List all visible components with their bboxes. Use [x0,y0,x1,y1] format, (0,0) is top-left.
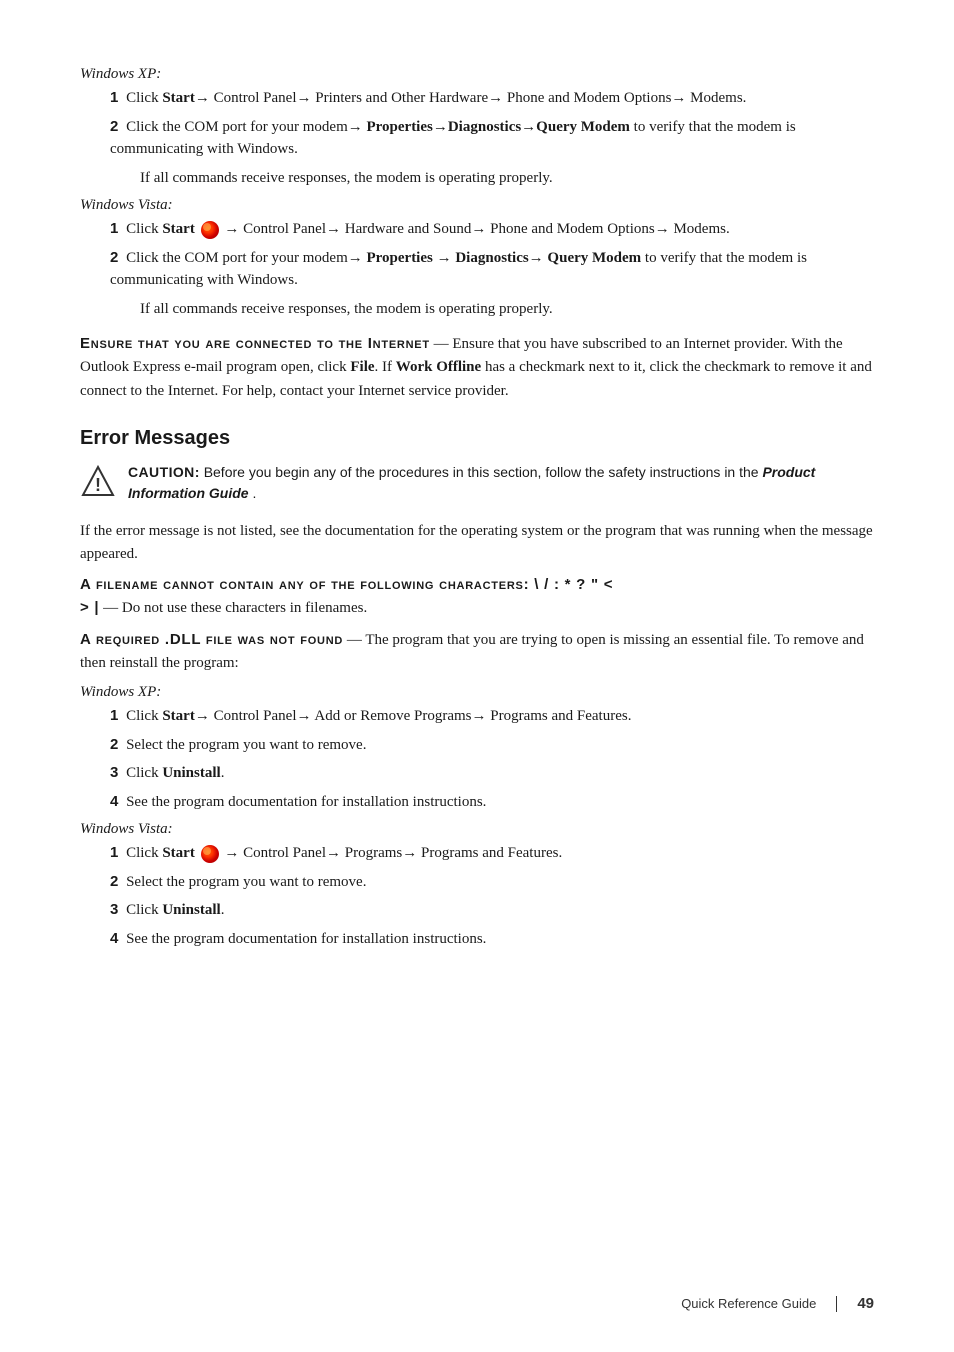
filename-heading: A filename cannot contain any of the fol… [80,576,613,593]
vista2-step-number-2: 2 [110,873,118,890]
vista2-step-3: 3 Click Uninstall. [110,899,874,922]
vista2-step3-text: Click Uninstall. [126,902,224,918]
vista2-step-4: 4 See the program documentation for inst… [110,928,874,951]
work-offline-bold: Work Offline [396,359,481,375]
start-bold: Start [162,90,195,106]
xp2-uninstall-bold: Uninstall [162,765,220,781]
caution-triangle-icon: ! [80,464,116,500]
xp-step2-text: Click the COM port for your modem→ Prope… [110,119,796,158]
xp2-step-2: 2 Select the program you want to remove. [110,734,874,757]
dll-em-dash: — [347,632,365,648]
xp2-step-1: 1 Click Start→ Control Panel→ Add or Rem… [110,705,874,728]
vista-step1-text: Click Start → Control Panel→ Hardware an… [126,221,730,237]
step-number-1: 1 [110,89,118,106]
windows-xp-label-2: Windows XP: [80,684,874,701]
ensure-em-dash: — [434,336,453,352]
vista2-step2-text: Select the program you want to remove. [126,874,366,890]
xp2-step-number-4: 4 [110,793,118,810]
windows-vista-label-1: Windows Vista: [80,197,874,214]
vista-step-number-2: 2 [110,249,118,266]
filename-body-text: Do not use these characters in filenames… [122,600,367,616]
vista2-step-number-1: 1 [110,844,118,861]
xp-steps-list-2: 1 Click Start→ Control Panel→ Add or Rem… [110,705,874,813]
vista2-step-number-3: 3 [110,901,118,918]
filename-heading-block: A filename cannot contain any of the fol… [80,574,874,619]
windows-xp-section-2: Windows XP: 1 Click Start→ Control Panel… [80,684,874,813]
vista2-step1-text: Click Start → Control Panel→ Programs→ P… [126,845,562,861]
vista-step-2: 2 Click the COM port for your modem→ Pro… [110,247,874,292]
windows-vista-label-2: Windows Vista: [80,821,874,838]
windows-vista-icon-1 [201,221,219,239]
page-footer: Quick Reference Guide 49 [681,1295,874,1312]
vista-step-1: 1 Click Start → Control Panel→ Hardware … [110,218,874,241]
xp2-step-number-1: 1 [110,707,118,724]
xp2-step2-text: Select the program you want to remove. [126,737,366,753]
error-messages-heading: Error Messages [80,427,874,450]
windows-vista-icon-2 [201,845,219,863]
vista2-uninstall-bold: Uninstall [162,902,220,918]
caution-label: CAUTION: [128,464,200,480]
windows-vista-section-1: Windows Vista: 1 Click Start → Control P… [80,197,874,320]
xp2-step-number-2: 2 [110,736,118,753]
step-number-2: 2 [110,118,118,135]
xp2-start-bold: Start [162,708,195,724]
xp2-step-number-3: 3 [110,764,118,781]
vista-steps-list-2: 1 Click Start → Control Panel→ Programs→… [110,842,874,950]
xp-steps-list-1: 1 Click Start→ Control Panel→ Printers a… [110,87,874,189]
ensure-heading: Ensure that you are connected to the Int… [80,335,430,352]
caution-body: Before you begin any of the procedures i… [204,464,763,480]
file-bold: File [350,359,374,375]
error-intro-paragraph: If the error message is not listed, see … [80,520,874,567]
windows-xp-section-1: Windows XP: 1 Click Start→ Control Panel… [80,66,874,189]
xp-if-all-1: If all commands receive responses, the m… [140,167,874,190]
vista2-step4-text: See the program documentation for instal… [126,931,486,947]
xp-step-2: 2 Click the COM port for your modem→ Pro… [110,116,874,161]
windows-vista-section-2: Windows Vista: 1 Click Start → Control P… [80,821,874,950]
vista-start-bold: Start [162,221,195,237]
vista-if-all-1: If all commands receive responses, the m… [140,298,874,321]
xp2-step3-text: Click Uninstall. [126,765,224,781]
caution-text-block: CAUTION: Before you begin any of the pro… [128,462,874,504]
dll-heading: A required .DLL file was not found [80,631,343,648]
vista2-step-number-4: 4 [110,930,118,947]
filename-em-dash: — [103,600,122,616]
xp2-step-4: 4 See the program documentation for inst… [110,791,874,814]
ensure-connected-paragraph: Ensure that you are connected to the Int… [80,332,874,403]
footer-divider [836,1296,837,1312]
dll-heading-block: A required .DLL file was not found — The… [80,629,874,674]
xp2-step1-text: Click Start→ Control Panel→ Add or Remov… [126,708,631,724]
caution-box: ! CAUTION: Before you begin any of the p… [80,462,874,504]
xp-props-bold: Properties→Diagnostics→Query Modem [366,119,629,135]
page: Windows XP: 1 Click Start→ Control Panel… [0,0,954,1352]
xp2-step4-text: See the program documentation for instal… [126,794,486,810]
xp-step1-text: Click Start→ Control Panel→ Printers and… [126,90,746,106]
xp-step-1: 1 Click Start→ Control Panel→ Printers a… [110,87,874,110]
footer-page-number: 49 [857,1295,874,1312]
footer-title: Quick Reference Guide [681,1296,816,1311]
xp2-step-3: 3 Click Uninstall. [110,762,874,785]
vista2-start-bold: Start [162,845,195,861]
vista-steps-list-1: 1 Click Start → Control Panel→ Hardware … [110,218,874,320]
vista-step-number-1: 1 [110,220,118,237]
svg-text:!: ! [95,475,101,495]
caution-period: . [252,485,256,501]
filename-heading-cont: > | [80,599,99,616]
windows-xp-label-1: Windows XP: [80,66,874,83]
vista-props-bold: Properties → Diagnostics→ Query Modem [366,250,641,266]
vista2-step-2: 2 Select the program you want to remove. [110,871,874,894]
vista-step2-text: Click the COM port for your modem→ Prope… [110,250,807,289]
vista2-step-1: 1 Click Start → Control Panel→ Programs→… [110,842,874,865]
